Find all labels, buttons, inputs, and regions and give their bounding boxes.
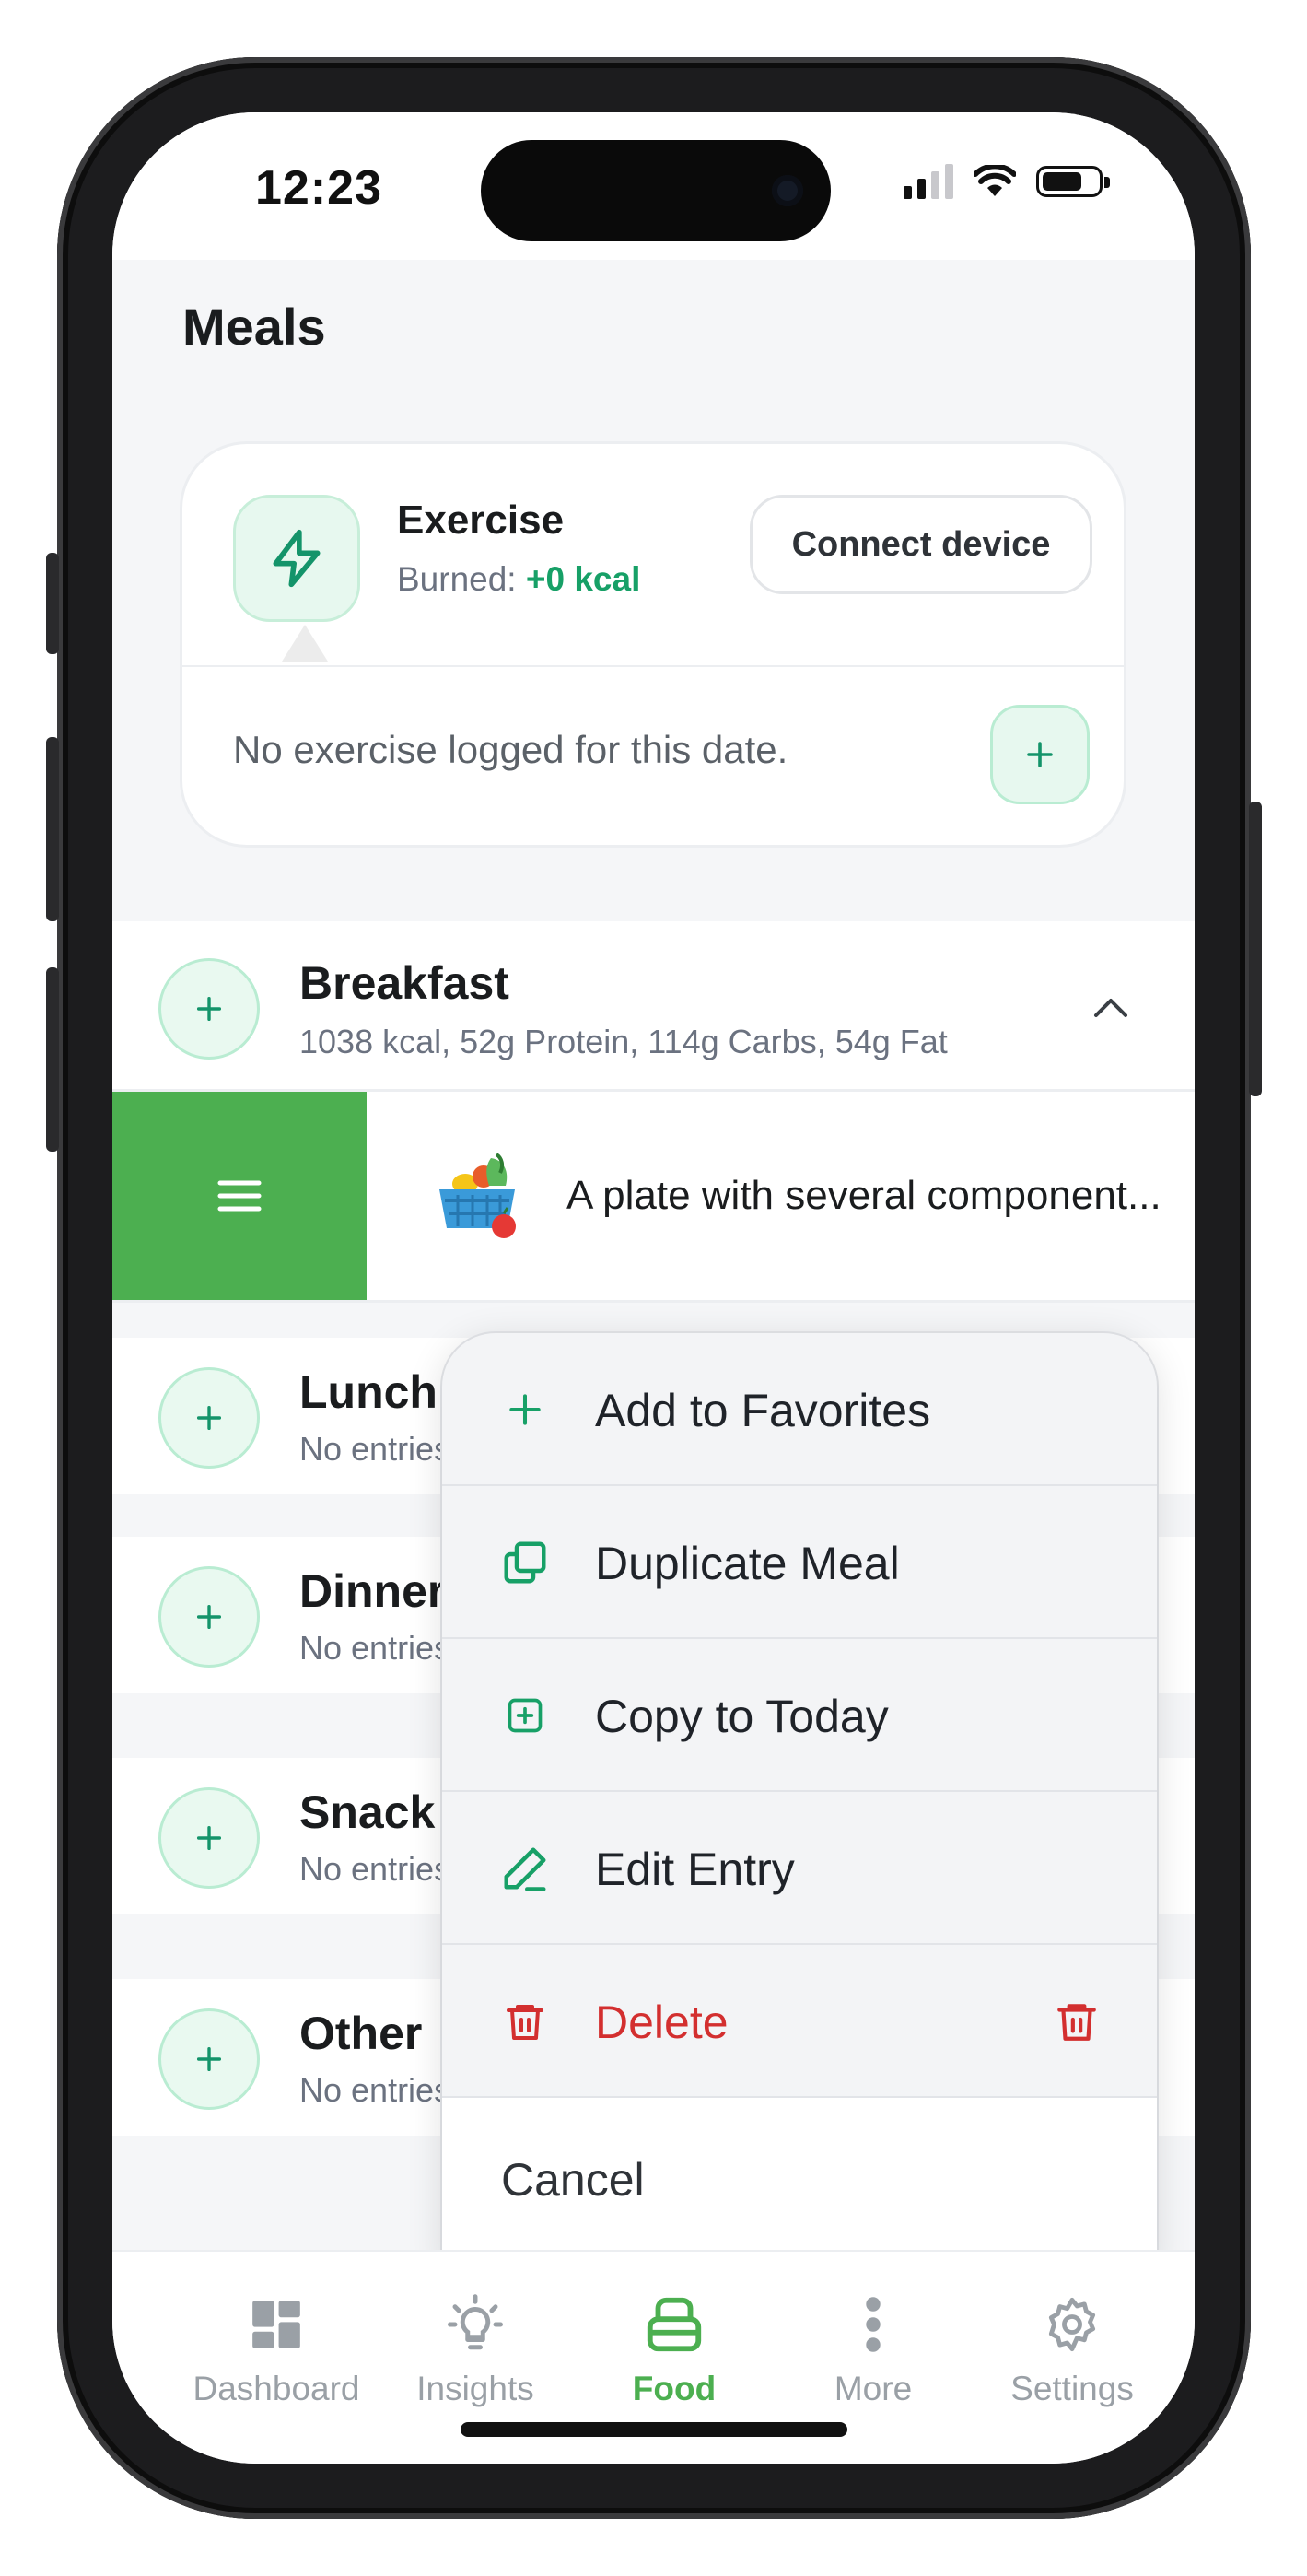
tab-label: Food [632, 2370, 717, 2407]
plus-icon [196, 996, 222, 1022]
exercise-burned: Burned: +0 kcal [397, 560, 640, 599]
page-title: Meals [182, 298, 326, 356]
context-menu: Add to Favorites Duplicate Meal Copy to … [442, 1333, 1157, 2273]
drag-handle[interactable] [112, 1092, 367, 1300]
volume-up-button [46, 737, 59, 921]
signal-icon [904, 164, 953, 199]
breakfast-entry-row[interactable]: A plate with several component... [112, 1089, 1195, 1303]
breakfast-summary: 1038 kcal, 52g Protein, 114g Carbs, 54g … [299, 1023, 948, 1060]
menu-label: Duplicate Meal [595, 1538, 900, 1589]
breakfast-title: Breakfast [299, 957, 509, 1009]
dinner-summary: No entries [299, 1629, 451, 1667]
add-lunch-button[interactable] [158, 1367, 260, 1469]
menu-cancel[interactable]: Cancel [442, 2098, 1157, 2273]
trash-icon [497, 1994, 553, 2049]
screen: 12:23 Meals Exercise Burned: +0 kcal Con… [112, 112, 1195, 2464]
other-title: Other [299, 2008, 423, 2059]
status-icons [904, 164, 1110, 199]
pencil-icon [497, 1841, 553, 1896]
tab-insights[interactable]: Insights [376, 2289, 575, 2408]
camera-icon [772, 175, 803, 206]
plus-icon [196, 1405, 222, 1431]
menu-label: Copy to Today [595, 1691, 889, 1742]
tab-food[interactable]: Food [575, 2289, 774, 2408]
connect-device-button[interactable]: Connect device [750, 495, 1092, 594]
menu-label: Add to Favorites [595, 1385, 931, 1436]
battery-icon [1036, 166, 1110, 197]
menu-label: Delete [595, 1996, 729, 2048]
menu-icon [217, 1180, 262, 1212]
chevron-up-icon[interactable] [1091, 993, 1131, 1021]
power-button [1249, 802, 1262, 1096]
trash-icon [1057, 2004, 1096, 2041]
burned-value: +0 kcal [525, 560, 641, 598]
add-other-button[interactable] [158, 2008, 260, 2110]
burned-label: Burned: [397, 560, 517, 598]
lunch-summary: No entries [299, 1430, 451, 1468]
gear-icon [973, 2289, 1172, 2360]
tab-label: Dashboard [193, 2370, 360, 2407]
tab-label: More [834, 2370, 913, 2407]
tab-label: Settings [1010, 2370, 1134, 2407]
lightbulb-icon [376, 2289, 575, 2360]
home-indicator [461, 2422, 847, 2437]
status-time: 12:23 [255, 161, 382, 215]
add-exercise-button[interactable] [990, 705, 1090, 804]
tab-settings[interactable]: Settings [973, 2289, 1172, 2408]
exercise-empty-text: No exercise logged for this date. [233, 728, 788, 771]
volume-down-button [46, 967, 59, 1152]
exercise-card: Exercise Burned: +0 kcal Connect device … [182, 444, 1124, 845]
add-dinner-button[interactable] [158, 1566, 260, 1668]
more-icon [774, 2289, 973, 2360]
plus-icon [196, 1825, 222, 1851]
menu-add-to-favorites[interactable]: Add to Favorites [442, 1333, 1157, 1486]
menu-delete[interactable]: Delete [442, 1945, 1157, 2098]
plus-icon [1027, 742, 1053, 767]
menu-copy-to-today[interactable]: Copy to Today [442, 1639, 1157, 1792]
duplicate-icon [497, 1535, 553, 1590]
lightning-icon [233, 495, 360, 622]
dinner-title: Dinner [299, 1565, 446, 1617]
plus-icon [196, 1604, 222, 1630]
other-summary: No entries [299, 2071, 451, 2109]
entry-description: A plate with several component... [566, 1173, 1161, 1218]
tab-dashboard[interactable]: Dashboard [177, 2289, 376, 2408]
exercise-title: Exercise [397, 498, 565, 543]
snack-summary: No entries [299, 1850, 451, 1888]
plus-icon [196, 2046, 222, 2072]
tab-more[interactable]: More [774, 2289, 973, 2408]
mute-switch [46, 553, 59, 654]
food-icon [575, 2289, 774, 2360]
breakfast-section[interactable]: Breakfast 1038 kcal, 52g Protein, 114g C… [112, 921, 1195, 1089]
tab-label: Insights [416, 2370, 534, 2407]
food-basket-icon [439, 1153, 516, 1238]
copy-plus-icon [497, 1688, 553, 1743]
lunch-title: Lunch [299, 1366, 438, 1418]
wifi-icon [974, 165, 1016, 196]
menu-label: Edit Entry [595, 1844, 795, 1895]
divider [182, 665, 1124, 667]
cancel-label: Cancel [501, 2154, 645, 2206]
dashboard-icon [177, 2289, 376, 2360]
card-pointer [282, 625, 328, 662]
dynamic-island [481, 140, 831, 241]
menu-duplicate-meal[interactable]: Duplicate Meal [442, 1486, 1157, 1639]
plus-icon [497, 1382, 553, 1437]
status-bar: 12:23 [112, 112, 1195, 260]
add-snack-button[interactable] [158, 1787, 260, 1889]
menu-edit-entry[interactable]: Edit Entry [442, 1792, 1157, 1945]
add-breakfast-button[interactable] [158, 958, 260, 1060]
snack-title: Snack [299, 1786, 436, 1838]
